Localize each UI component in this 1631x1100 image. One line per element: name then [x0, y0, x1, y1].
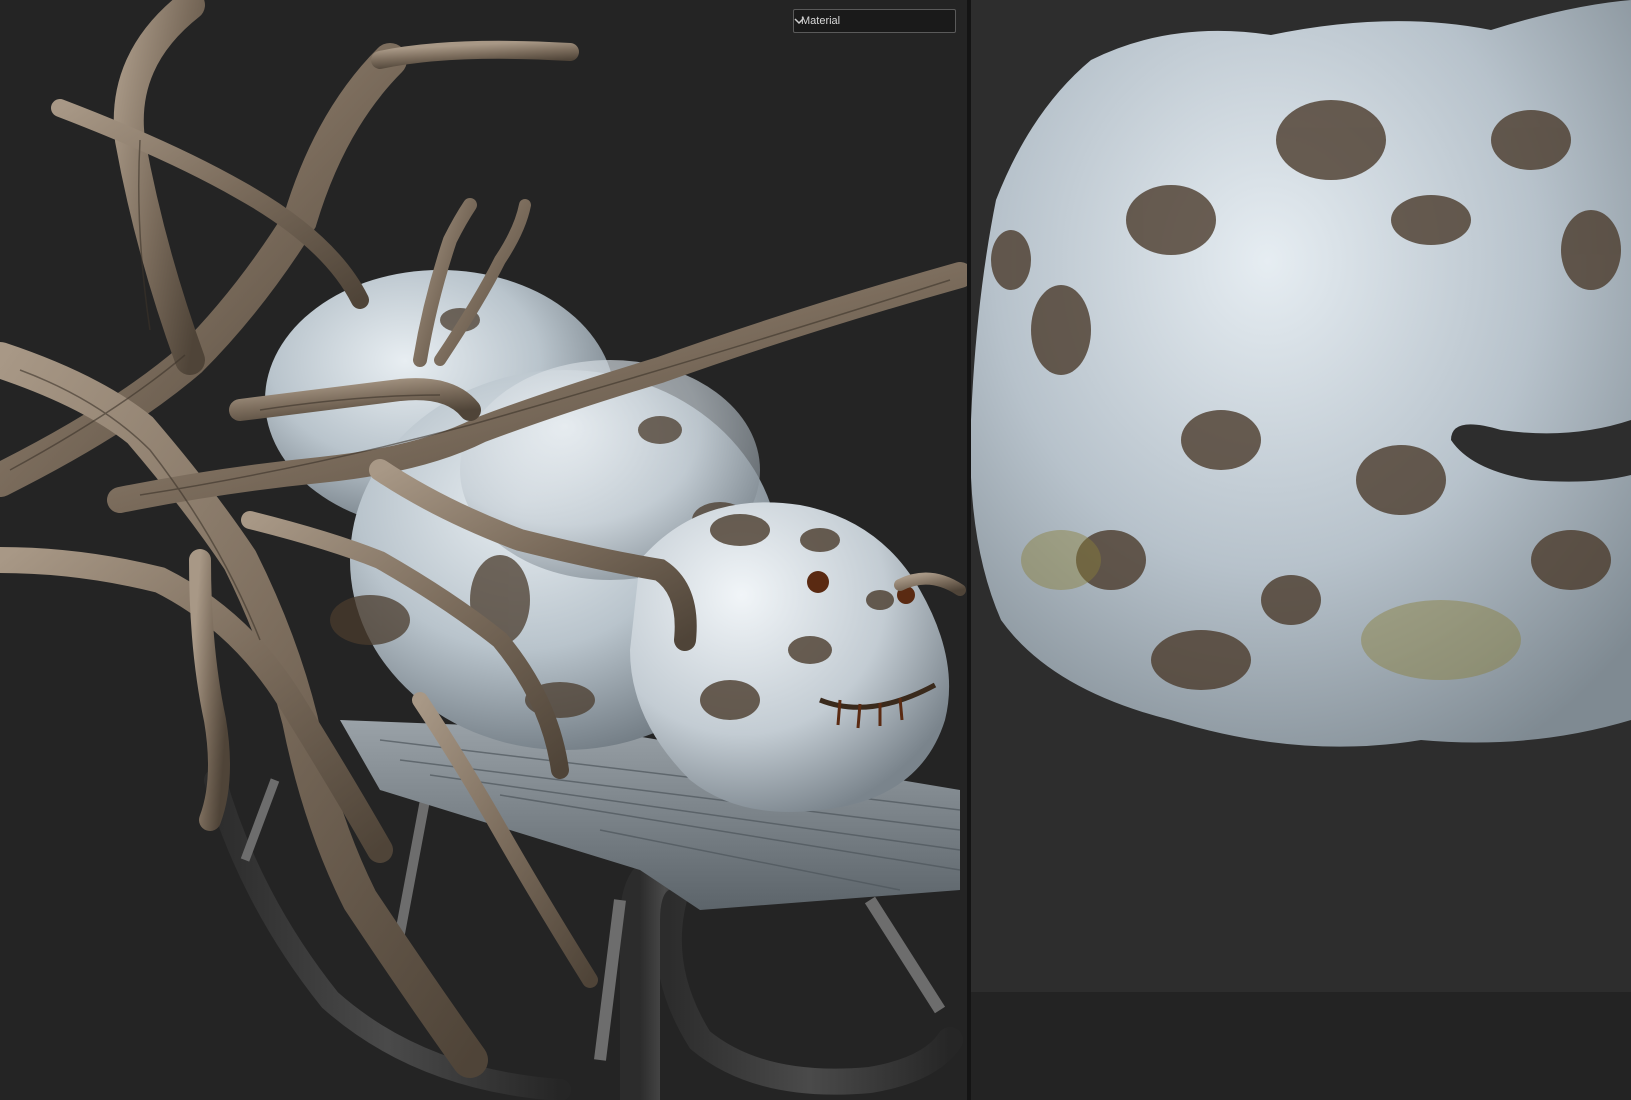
uv-texture-viewport[interactable] — [971, 0, 1631, 1100]
uv-viewport-footer — [971, 992, 1631, 1100]
uv-island — [971, 0, 1631, 747]
shading-mode-label: Material — [801, 15, 841, 27]
3d-viewport[interactable]: Material — [0, 0, 967, 1100]
chevron-down-icon — [794, 18, 804, 25]
shading-mode-dropdown[interactable]: Material — [793, 9, 956, 33]
3d-render-canvas[interactable] — [0, 0, 967, 1100]
snowman-head — [630, 502, 950, 812]
uv-texture-canvas[interactable] — [971, 0, 1631, 1100]
